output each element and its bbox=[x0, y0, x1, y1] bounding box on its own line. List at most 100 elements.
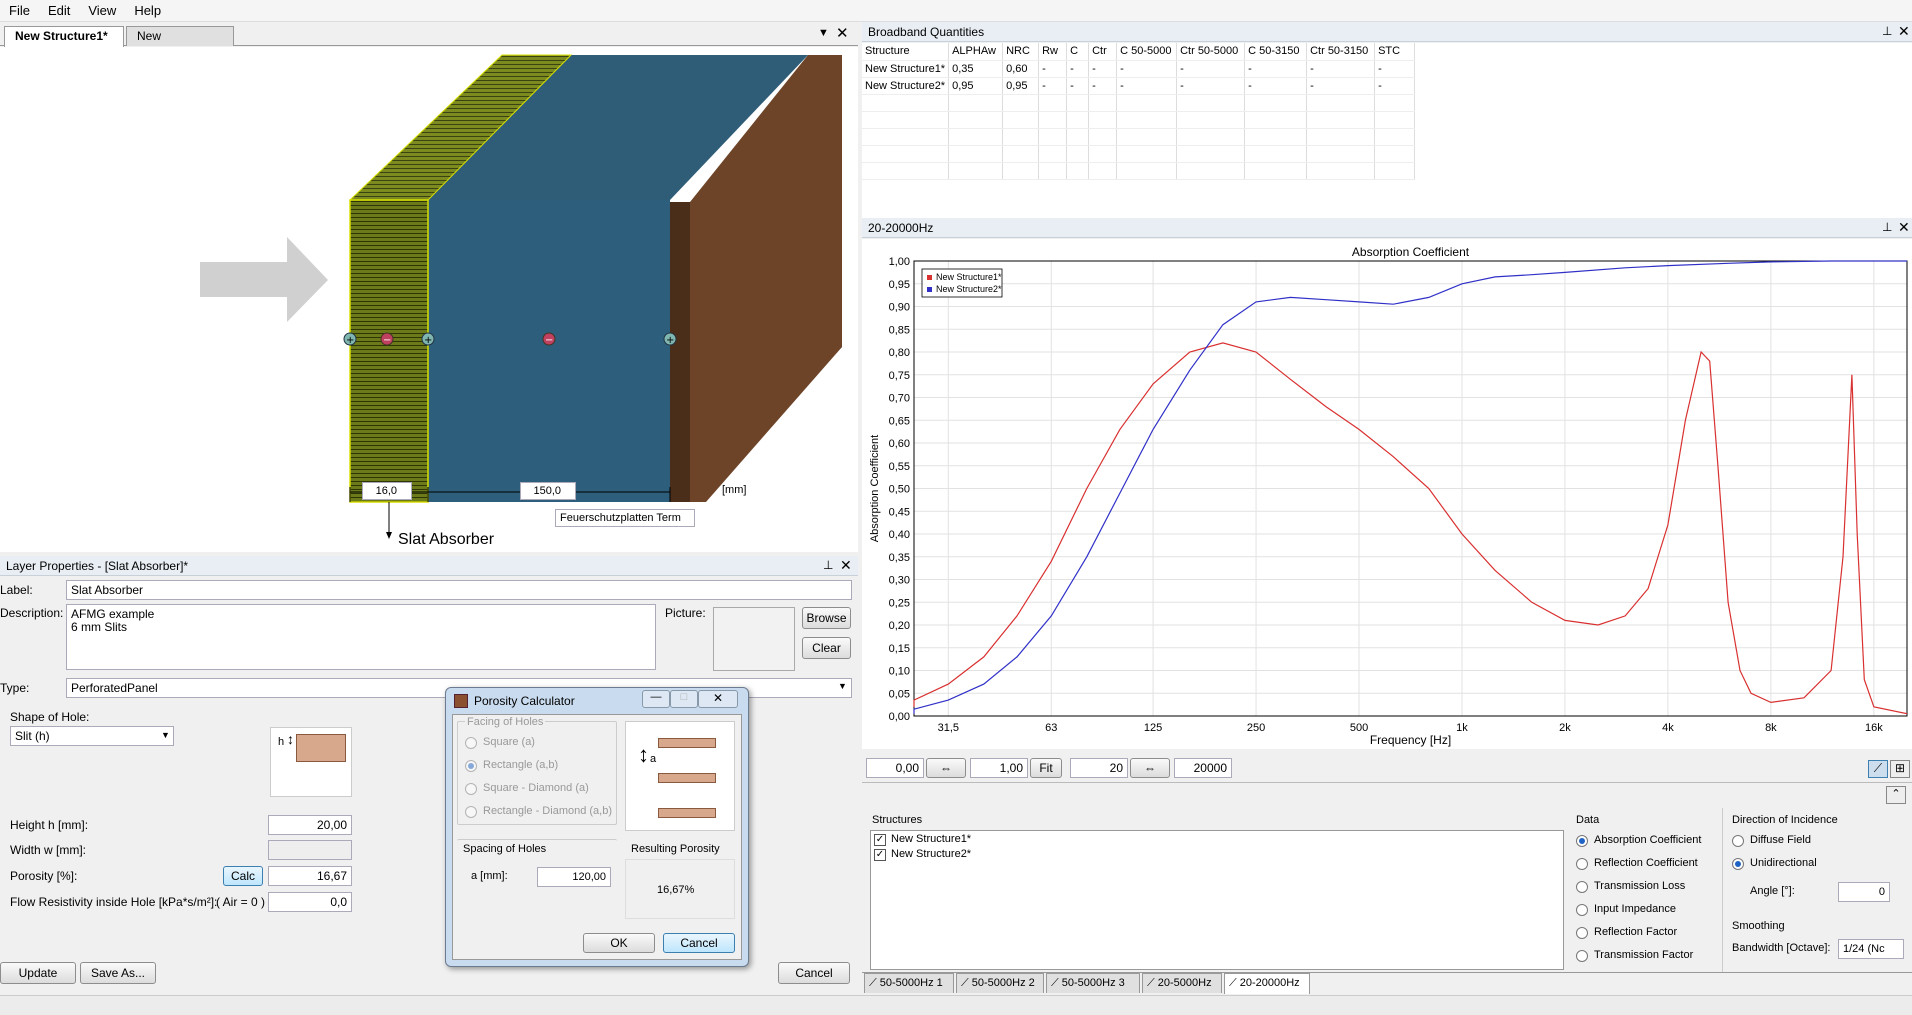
structure1-checkbox[interactable]: ✓ bbox=[874, 834, 886, 846]
y-tick-label: 0,60 bbox=[889, 438, 910, 450]
width-caption: Width w [mm]: bbox=[10, 843, 87, 857]
table-row[interactable]: New Structure2* 0,95 0,95- - - - - - - - bbox=[862, 77, 1416, 95]
label-input[interactable]: Slat Absorber bbox=[66, 580, 852, 600]
chart-tab[interactable]: ⟋ 20-20000Hz bbox=[1224, 973, 1310, 994]
menu-edit[interactable]: Edit bbox=[39, 0, 79, 22]
ok-button[interactable]: OK bbox=[583, 933, 655, 953]
x-tick-label: 63 bbox=[1045, 722, 1057, 734]
layer1-thickness-input[interactable]: 16,0 bbox=[362, 482, 412, 500]
chart-panel-title: 20-20000Hz bbox=[862, 218, 1912, 238]
data-option-radio[interactable] bbox=[1576, 950, 1588, 962]
column-header[interactable]: STC bbox=[1374, 43, 1416, 61]
chevron-down-icon[interactable]: ▼ bbox=[818, 27, 829, 39]
pin-icon[interactable]: ⊥ bbox=[1882, 220, 1892, 234]
layer2-thickness-input[interactable]: 150,0 bbox=[520, 482, 576, 500]
table-cell: - bbox=[1306, 77, 1376, 95]
x-scale-input[interactable]: 1,00 bbox=[970, 758, 1028, 778]
freq-to-input[interactable]: 20000 bbox=[1174, 758, 1232, 778]
menu-view[interactable]: View bbox=[79, 0, 125, 22]
fit-button[interactable]: Fit bbox=[1030, 758, 1062, 778]
table-cell bbox=[1002, 94, 1040, 112]
diffuse-field-label: Diffuse Field bbox=[1750, 834, 1811, 846]
bandwidth-select[interactable]: 1/24 (Nc bbox=[1838, 939, 1904, 959]
menu-help[interactable]: Help bbox=[125, 0, 170, 22]
broadband-table-area: Structure ALPHAw NRC Rw C Ctr C 50-5000 Ctr 50-… bbox=[862, 43, 1912, 218]
material-select[interactable]: Feuerschutzplatten Term bbox=[555, 509, 695, 527]
angle-input[interactable]: 0 bbox=[1838, 882, 1890, 902]
table-cell bbox=[1116, 111, 1178, 129]
column-header[interactable]: NRC bbox=[1002, 43, 1040, 61]
column-header[interactable]: Ctr bbox=[1088, 43, 1118, 61]
collapse-icon[interactable]: ⌃ bbox=[1886, 786, 1906, 804]
chart-tab[interactable]: ⟋ 50-5000Hz 3 bbox=[1046, 973, 1140, 993]
height-input[interactable]: 20,00 bbox=[268, 815, 352, 835]
a-input[interactable]: 120,00 bbox=[537, 867, 611, 887]
close-icon[interactable]: ✕ bbox=[836, 24, 849, 42]
close-icon[interactable]: ✕ bbox=[1898, 23, 1910, 40]
column-header[interactable]: ALPHAw bbox=[948, 43, 1004, 61]
save-as-button[interactable]: Save As... bbox=[80, 962, 156, 984]
update-button[interactable]: Update bbox=[0, 962, 76, 984]
close-icon[interactable]: ✕ bbox=[840, 557, 852, 574]
flow-caption: Flow Resistivity inside Hole [kPa*s/m²]: bbox=[10, 895, 218, 909]
y-tick-label: 0,05 bbox=[889, 688, 910, 700]
line-chart-icon[interactable]: ⟋ bbox=[1868, 760, 1888, 778]
chevron-down-icon[interactable]: ▼ bbox=[838, 681, 847, 691]
menu-bar: File Edit View Help bbox=[0, 0, 1912, 22]
x-from-input[interactable]: 0,00 bbox=[866, 758, 924, 778]
close-icon[interactable]: ✕ bbox=[698, 690, 738, 708]
freq-from-input[interactable]: 20 bbox=[1070, 758, 1128, 778]
calc-button[interactable]: Calc bbox=[223, 866, 263, 886]
table-cell bbox=[1244, 111, 1308, 129]
column-header[interactable]: Ctr 50-5000 bbox=[1176, 43, 1246, 61]
table-cell: - bbox=[1374, 77, 1416, 95]
pin-icon[interactable]: ⊥ bbox=[823, 558, 833, 572]
data-option-radio[interactable] bbox=[1576, 904, 1588, 916]
data-option-radio[interactable] bbox=[1576, 835, 1588, 847]
square-radio bbox=[465, 737, 477, 749]
browse-button[interactable]: Browse bbox=[802, 607, 851, 629]
rectangle-option: Rectangle (a,b) bbox=[483, 759, 559, 771]
menu-file[interactable]: File bbox=[0, 0, 39, 22]
grid-icon[interactable]: ⊞ bbox=[1890, 760, 1910, 778]
square-diamond-radio bbox=[465, 783, 477, 795]
column-header[interactable]: Ctr 50-3150 bbox=[1306, 43, 1376, 61]
diffuse-field-radio[interactable] bbox=[1732, 835, 1744, 847]
structure2-checkbox[interactable]: ✓ bbox=[874, 849, 886, 861]
dialog-cancel-button[interactable]: Cancel bbox=[663, 933, 735, 953]
column-header[interactable]: C 50-3150 bbox=[1244, 43, 1308, 61]
table-cell bbox=[1066, 94, 1090, 112]
unidirectional-radio[interactable] bbox=[1732, 858, 1744, 870]
pin-icon[interactable]: ⊥ bbox=[1882, 24, 1892, 38]
column-header[interactable]: C 50-5000 bbox=[1116, 43, 1178, 61]
chart-tab[interactable]: ⟋ 20-5000Hz bbox=[1142, 973, 1222, 993]
minimize-icon[interactable]: — bbox=[642, 690, 670, 708]
table-cell bbox=[1306, 94, 1376, 112]
clear-button[interactable]: Clear bbox=[802, 637, 851, 659]
chevron-down-icon[interactable]: ▼ bbox=[161, 730, 170, 740]
column-header[interactable]: C bbox=[1066, 43, 1090, 61]
column-header[interactable]: Rw bbox=[1038, 43, 1068, 61]
tab-new-structure1[interactable]: New Structure1* bbox=[4, 26, 124, 47]
data-option-radio[interactable] bbox=[1576, 927, 1588, 939]
flow-input[interactable]: 0,0 bbox=[268, 892, 352, 912]
close-icon[interactable]: ✕ bbox=[1898, 219, 1910, 236]
shape-select[interactable]: Slit (h) bbox=[10, 726, 174, 746]
description-textarea[interactable]: AFMG example 6 mm Slits bbox=[66, 604, 656, 670]
table-cell bbox=[1306, 145, 1376, 163]
legend-swatch bbox=[927, 287, 932, 292]
table-cell bbox=[1116, 162, 1178, 180]
pan-x-button[interactable]: ⇔ bbox=[926, 758, 966, 778]
chart-area: 0,00 0,05 0,10 0,15 0,20 0,25 0,30 0,35 0,40 0,45… bbox=[862, 239, 1912, 749]
cancel-button[interactable]: Cancel bbox=[778, 962, 850, 984]
chart-tab[interactable]: ⟋ 50-5000Hz 1 bbox=[864, 973, 954, 993]
zoom-x-button[interactable]: ⇔ bbox=[1130, 758, 1170, 778]
column-header[interactable]: Structure bbox=[862, 43, 950, 61]
table-row[interactable]: New Structure1* 0,35 0,60- - - - - - - - bbox=[862, 60, 1416, 78]
data-option-radio[interactable] bbox=[1576, 858, 1588, 870]
tab-new-structure2[interactable]: New Structure2* bbox=[126, 26, 234, 61]
table-cell: - bbox=[1116, 77, 1178, 95]
data-option-radio[interactable] bbox=[1576, 881, 1588, 893]
porosity-input[interactable]: 16,67 bbox=[268, 866, 352, 886]
chart-tab[interactable]: ⟋ 50-5000Hz 2 bbox=[956, 973, 1044, 993]
